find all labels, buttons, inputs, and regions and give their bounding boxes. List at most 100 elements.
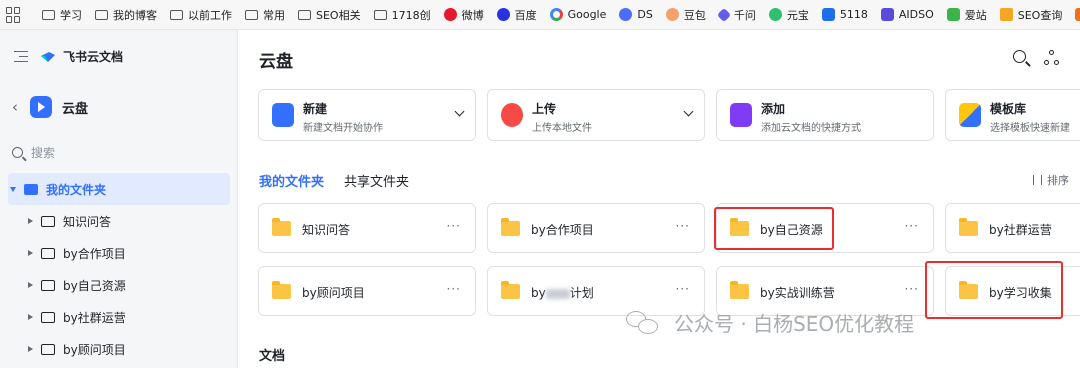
bookmark-weibo[interactable]: 微博 [443, 7, 484, 23]
sidebar: 飞书云文档 ‹ 云盘 搜索 我的文件夹 知识问答 by合作项目 by自己资源 b… [0, 30, 238, 368]
bookmark-google[interactable]: Google [549, 8, 606, 21]
more-options-icon[interactable]: ··· [447, 219, 461, 233]
bookmark-label: 微博 [461, 8, 484, 22]
sidebar-search[interactable]: 搜索 [8, 140, 230, 164]
cloud-drive-header: ‹ 云盘 [12, 96, 88, 118]
google-icon [549, 8, 563, 21]
sort-button[interactable]: 排序 [1033, 172, 1069, 188]
search-icon[interactable] [1013, 50, 1026, 63]
upload-card[interactable]: 上传 上传本地文件 [487, 89, 705, 141]
watermark-text: 公众号 · 白杨SEO优化教程 [674, 312, 915, 336]
bookmark-label: 豆包 [683, 8, 706, 22]
expand-down-icon[interactable] [10, 186, 16, 192]
bookmark-label: 5118 [839, 8, 868, 21]
folder-name: 知识问答 [302, 223, 351, 237]
tree-item-my-folders[interactable]: 我的文件夹 [8, 173, 230, 205]
action-subtitle: 上传本地文件 [532, 123, 592, 134]
tree-item-label: by合作项目 [63, 246, 126, 261]
bookmark-seo-query[interactable]: SEO查询 [999, 7, 1063, 23]
folder-icon [959, 218, 978, 236]
cloud-drive-icon [30, 96, 52, 118]
folder-icon [24, 183, 38, 195]
folder-card[interactable]: 知识问答 ··· [258, 203, 476, 253]
5118-icon [821, 8, 835, 21]
highlight-box [714, 207, 834, 250]
chevron-down-icon[interactable] [683, 106, 694, 117]
bookmark-yuanbao[interactable]: 元宝 [768, 7, 809, 23]
folder-card[interactable]: by合作项目 ··· [487, 203, 705, 253]
folder-icon [42, 9, 55, 20]
bookmark-previous-work[interactable]: 以前工作 [170, 7, 232, 23]
sidebar-collapse-icon[interactable] [14, 50, 28, 63]
folder-card[interactable]: by顾问项目 ··· [258, 266, 476, 316]
expand-right-icon[interactable] [28, 282, 33, 288]
bookmark-label: 元宝 [786, 8, 809, 22]
bookmark-deepseek[interactable]: DS [619, 8, 653, 21]
folder-icon [501, 281, 520, 299]
search-icon [12, 146, 23, 158]
bookmark-xinbang[interactable]: 新榜 [1075, 7, 1080, 23]
folder-card[interactable]: by社群运营 [945, 203, 1080, 253]
tree-item[interactable]: 知识问答 [8, 205, 230, 237]
bookmark-1718[interactable]: 1718创 [373, 7, 431, 23]
seo-query-icon [999, 8, 1013, 21]
action-title: 上传 [532, 102, 557, 116]
network-share-icon[interactable] [1044, 50, 1060, 66]
documents-heading: 文档 [259, 349, 286, 364]
tree-item-label: 知识问答 [63, 214, 112, 229]
bookmark-label: AIDSO [898, 8, 934, 21]
tree-item[interactable]: by自己资源 [8, 269, 230, 301]
more-options-icon[interactable]: ··· [905, 282, 919, 296]
bookmark-doubao[interactable]: 豆包 [665, 7, 706, 23]
bookmark-5118[interactable]: 5118 [821, 8, 868, 21]
expand-right-icon[interactable] [28, 218, 33, 224]
deepseek-icon [619, 8, 633, 21]
template-library-card[interactable]: 模板库 选择模板快速新建 [945, 89, 1080, 141]
brand-name[interactable]: 飞书云文档 [63, 48, 123, 65]
expand-right-icon[interactable] [28, 314, 33, 320]
more-options-icon[interactable]: ··· [905, 219, 919, 233]
add-shortcut-card[interactable]: 添加 添加云文档的快捷方式 [716, 89, 934, 141]
tree-item[interactable]: by合作项目 [8, 237, 230, 269]
bookmark-qianwen[interactable]: 千问 [716, 7, 756, 23]
upload-cloud-icon [501, 103, 523, 127]
folder-icon [170, 9, 183, 20]
bookmark-study[interactable]: 学习 [42, 7, 82, 23]
folder-icon [41, 343, 55, 355]
action-subtitle: 新建文档开始协作 [303, 123, 383, 134]
tab-shared-folders[interactable]: 共享文件夹 [344, 171, 409, 190]
bookmark-label: DS [637, 8, 653, 21]
folder-icon [730, 281, 749, 299]
add-shortcut-icon [730, 103, 752, 127]
more-options-icon[interactable]: ··· [676, 219, 690, 233]
more-options-icon[interactable]: ··· [447, 282, 461, 296]
tree-item[interactable]: by顾问项目 [8, 333, 230, 365]
back-chevron-icon[interactable]: ‹ [12, 98, 18, 116]
bookmark-seo[interactable]: SEO相关 [298, 7, 361, 23]
action-subtitle: 选择模板快速新建 [990, 123, 1070, 134]
xinbang-icon [1075, 8, 1080, 21]
folder-icon [41, 247, 55, 259]
tree-item[interactable]: by社群运营 [8, 301, 230, 333]
chevron-down-icon[interactable] [454, 106, 465, 117]
expand-right-icon[interactable] [28, 346, 33, 352]
bookmark-label: SEO查询 [1017, 8, 1063, 22]
bookmark-aidso[interactable]: AIDSO [880, 8, 934, 21]
action-subtitle: 添加云文档的快捷方式 [761, 123, 861, 134]
new-doc-card[interactable]: 新建 新建文档开始协作 [258, 89, 476, 141]
bookmark-aizhan[interactable]: 爱站 [946, 7, 987, 23]
bookmark-my-blog[interactable]: 我的博客 [95, 7, 157, 23]
bookmark-baidu[interactable]: 百度 [496, 7, 537, 23]
more-options-icon[interactable]: ··· [676, 282, 690, 296]
expand-right-icon[interactable] [28, 250, 33, 256]
folder-icon [245, 9, 258, 20]
apps-grid-icon[interactable] [6, 6, 20, 23]
folder-icon [373, 9, 387, 20]
tab-my-folders[interactable]: 我的文件夹 [259, 171, 324, 190]
bookmark-common[interactable]: 常用 [245, 7, 285, 23]
folder-icon [41, 215, 55, 227]
bookmark-label: 千问 [733, 8, 756, 22]
folder-name: by实战训练营 [760, 286, 835, 300]
bookmark-label: 常用 [263, 8, 285, 22]
feishu-docs-logo-icon [41, 51, 55, 62]
